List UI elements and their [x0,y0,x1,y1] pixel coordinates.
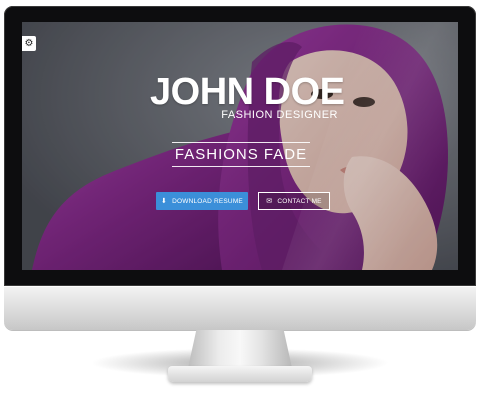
download-resume-button[interactable]: ⬇ DOWNLOAD RESUME [156,192,248,210]
tagline-divider-bottom [172,166,310,167]
menu-toggle-button[interactable]: ⚙ [22,36,36,51]
monitor-stand-neck [188,330,292,368]
contact-me-button[interactable]: ✉ CONTACT ME [258,192,330,210]
monitor-stand-base [168,366,312,382]
hero-tagline: FASHIONS FADE [174,146,308,163]
download-resume-label: DOWNLOAD RESUME [172,197,243,205]
hero-subtitle: FASHION DESIGNER [221,109,338,121]
monitor-chin [4,286,476,330]
monitor-mockup: ⚙ JOHN DOE FASHION DESIGNER FASHIONS FAD… [0,0,480,400]
envelope-icon: ✉ [266,196,273,205]
tagline-divider-top [172,142,310,143]
gear-icon: ⚙ [24,37,34,49]
download-icon: ⬇ [161,196,168,205]
hero-name: JOHN DOE [150,71,345,113]
contact-me-label: CONTACT ME [277,197,322,205]
website-screen: ⚙ JOHN DOE FASHION DESIGNER FASHIONS FAD… [22,22,458,270]
